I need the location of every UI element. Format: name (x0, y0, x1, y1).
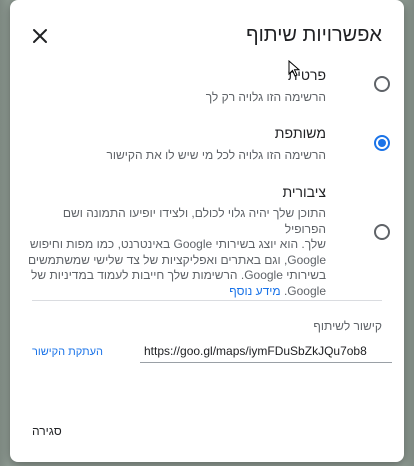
option-shared-description: הרשימה הזו גלויה לכל מי שיש לו את הקישור (106, 148, 327, 162)
option-public-desc-tail: Google. (283, 283, 326, 298)
option-private-description: הרשימה הזו גלויה רק לך (205, 90, 326, 104)
radio-private[interactable] (374, 76, 390, 92)
option-public-desc-line: שלך. הוא יוצג בשירותי Google באינטרנט, כ… (29, 237, 326, 251)
share-link-label: קישור לשיתוף (313, 319, 382, 333)
option-shared-label: משותפת (274, 125, 326, 141)
sharing-options-dialog: אפשרויות שיתוף פרטית הרשימה הזו גלויה רק… (10, 0, 404, 462)
radio-shared[interactable] (374, 135, 390, 151)
close-icon (33, 29, 47, 43)
close-text-button[interactable]: סגירה (32, 424, 62, 438)
option-public-desc-line: בשירותי Google. הרשימות שלך חייבות לעמוד… (31, 268, 326, 282)
close-button[interactable] (28, 24, 52, 48)
mouse-cursor-icon (288, 60, 301, 77)
option-public-desc-line: התוכן שלך יהיה גלוי לכולם, ולצידו יופיעו… (62, 206, 326, 236)
dialog-title: אפשרויות שיתוף (246, 24, 382, 46)
copy-link-button[interactable]: העתקת הקישור (32, 346, 103, 358)
option-public-desc-line: Google, וגם באתרים ואפליקציות של צד שליש… (28, 252, 326, 267)
divider (32, 300, 382, 301)
share-link-field[interactable] (140, 342, 392, 363)
option-public-desc-line-last: Google. מידע נוסף (26, 284, 326, 300)
option-public-label: ציבורית (282, 184, 326, 200)
option-public-description: התוכן שלך יהיה גלוי לכולם, ולצידו יופיעו… (26, 206, 326, 299)
learn-more-link[interactable]: מידע נוסף (229, 284, 280, 298)
radio-public[interactable] (374, 224, 390, 240)
